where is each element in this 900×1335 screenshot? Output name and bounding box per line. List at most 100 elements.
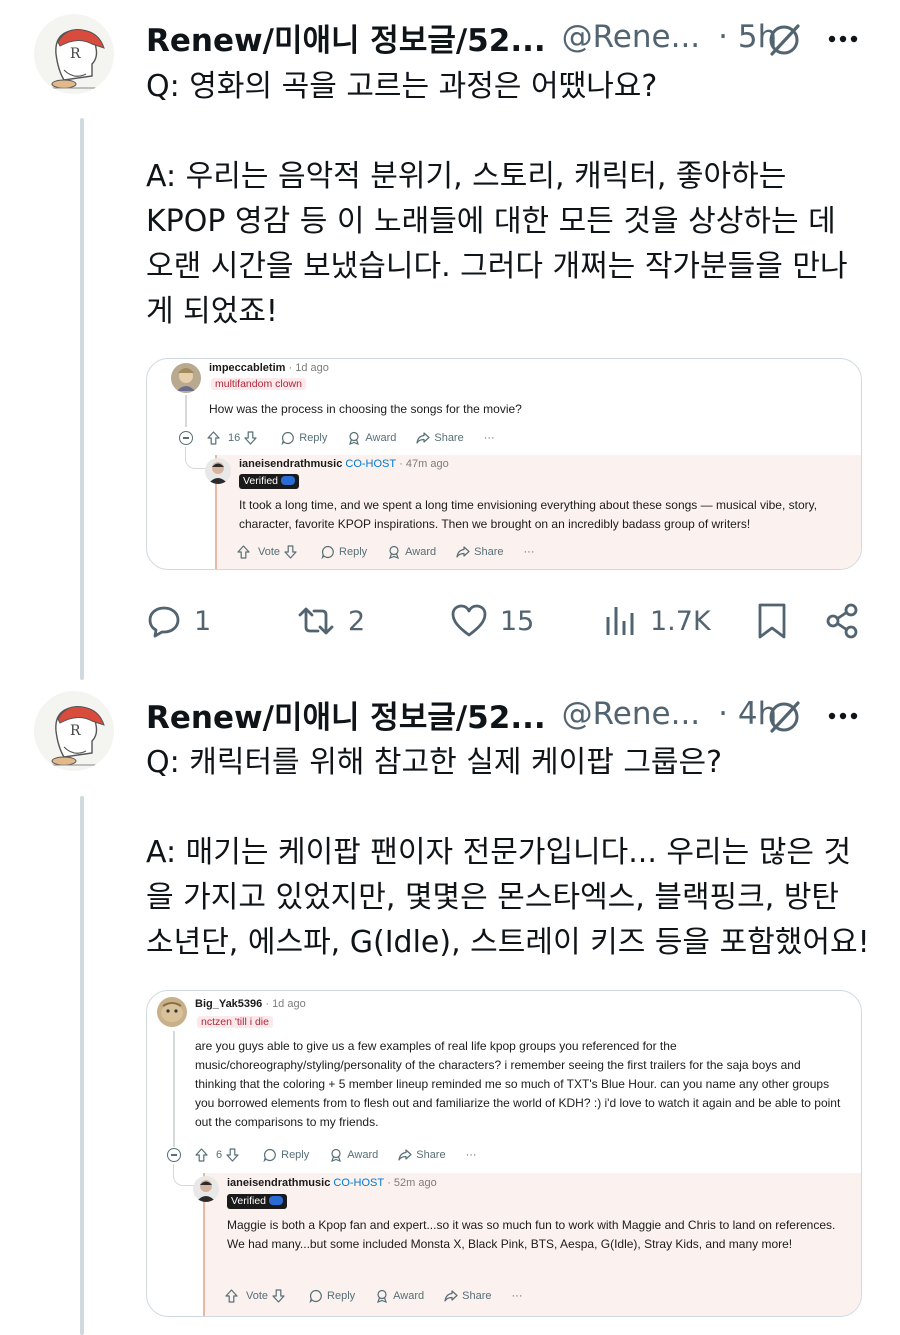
upvote-icon xyxy=(207,431,220,445)
views-button[interactable]: 1.7K xyxy=(604,596,711,646)
reply-button[interactable]: Reply xyxy=(321,545,367,559)
reddit-username[interactable]: ianeisendrathmusic CO-HOST · 47m ago xyxy=(239,458,449,470)
user-flair: nctzen 'till i die xyxy=(197,1016,273,1028)
repost-button[interactable]: 2 xyxy=(296,596,365,646)
award-button[interactable]: Award xyxy=(387,545,436,559)
comment-icon xyxy=(321,545,334,559)
author-name[interactable]: Renew/미애니 정보글/52... xyxy=(146,15,546,60)
reply-label: Reply xyxy=(339,546,368,558)
comment-text: It took a long time, and we spent a long… xyxy=(239,498,818,531)
avatar xyxy=(171,363,201,393)
more-icon[interactable] xyxy=(826,26,860,56)
reddit-share-icon xyxy=(398,1149,412,1161)
co-host-badge: CO-HOST xyxy=(333,1177,385,1189)
more-options-button[interactable]: ··· xyxy=(524,546,535,558)
more-options-button[interactable]: ··· xyxy=(512,1290,523,1302)
reddit-username-text[interactable]: ianeisendrathmusic xyxy=(227,1177,330,1189)
co-host-reply: ianeisendrathmusic CO-HOST · 52m ago Ver… xyxy=(193,1173,861,1316)
more-options-button[interactable]: ··· xyxy=(466,1149,477,1161)
views-icon xyxy=(606,607,634,635)
award-icon xyxy=(377,1289,388,1303)
tweet[interactable]: R Renew/미애니 정보글/52... @Rene... · 5h Q: 영… xyxy=(0,0,900,660)
share-label: Share xyxy=(434,432,464,444)
tweet-text: Q: 영화의 곡을 고르는 과정은 어땠나요? A: 우리는 음악적 분위기, … xyxy=(146,69,848,329)
share-button[interactable]: Share xyxy=(456,545,504,559)
upvote-button[interactable]: Vote xyxy=(225,1289,289,1303)
author-handle[interactable]: @Rene... xyxy=(562,696,701,732)
tweet[interactable]: R Renew/미애니 정보글/52... @Rene... · 4h Q: 캐… xyxy=(0,677,900,1335)
share-button[interactable]: Share xyxy=(416,431,464,445)
view-count: 1.7K xyxy=(650,605,711,637)
author-name[interactable]: Renew/미애니 정보글/52... xyxy=(146,692,546,737)
more-icon[interactable] xyxy=(826,703,860,733)
avatar[interactable]: R xyxy=(34,14,114,94)
downvote-icon[interactable] xyxy=(284,545,297,559)
bookmark-icon xyxy=(758,603,786,639)
like-button[interactable]: 15 xyxy=(450,596,534,646)
comment-actions: Vote Reply Award Share ··· xyxy=(225,1287,543,1305)
share-button[interactable]: Share xyxy=(444,1289,492,1303)
reply-button[interactable]: Reply xyxy=(309,1289,355,1303)
share-button[interactable]: Share xyxy=(398,1148,446,1162)
avatar-illustration: R xyxy=(42,706,106,766)
downvote-icon[interactable] xyxy=(226,1148,239,1162)
svg-text:R: R xyxy=(70,46,81,62)
reddit-username[interactable]: Big_Yak5396 · 1d ago xyxy=(195,998,306,1010)
comment-icon xyxy=(281,431,295,445)
upvote-button[interactable]: 16 xyxy=(207,431,261,445)
author-handle[interactable]: @Rene... xyxy=(562,19,701,55)
avatar[interactable]: R xyxy=(34,691,114,771)
share-label: Share xyxy=(474,546,504,558)
comment-text: are you guys able to give us a few examp… xyxy=(195,1039,841,1129)
embedded-screenshot[interactable]: impeccabletim · 1d ago multifandom clown… xyxy=(146,358,862,570)
collapse-thread-icon[interactable] xyxy=(167,1148,181,1162)
reddit-username-text[interactable]: Big_Yak5396 xyxy=(195,998,262,1010)
vote-count: 6 xyxy=(216,1149,223,1161)
comment-age: · 1d ago xyxy=(288,362,329,374)
comment-text: How was the process in choosing the song… xyxy=(209,402,522,416)
comment-age: · 1d ago xyxy=(265,998,306,1010)
collapse-thread-icon[interactable] xyxy=(179,431,193,445)
reddit-username[interactable]: impeccabletim · 1d ago xyxy=(209,362,329,374)
award-button[interactable]: Award xyxy=(375,1289,424,1303)
tweet-header: Renew/미애니 정보글/52... @Rene... · 4h xyxy=(146,691,777,737)
embedded-screenshot[interactable]: Big_Yak5396 · 1d ago nctzen 'till i die … xyxy=(146,990,862,1317)
upvote-icon xyxy=(195,1148,208,1162)
reply-button[interactable]: 1 xyxy=(146,596,211,646)
more-options-button[interactable]: ··· xyxy=(484,432,495,444)
award-button[interactable]: Award xyxy=(347,431,396,445)
share-label: Share xyxy=(462,1290,492,1302)
grok-slash-icon[interactable] xyxy=(764,20,804,64)
comment-actions: Vote Reply Award Share ··· xyxy=(237,543,555,561)
award-label: Award xyxy=(365,432,397,444)
award-label: Award xyxy=(393,1290,425,1302)
upvote-button[interactable]: 6 xyxy=(195,1148,243,1162)
reddit-username-text[interactable]: impeccabletim xyxy=(209,362,285,374)
award-icon xyxy=(331,1148,342,1162)
verified-label: Verified xyxy=(243,475,279,487)
tweet-text: Q: 캐릭터를 위해 참고한 실제 케이팝 그룹은? A: 매기는 케이팝 팬이… xyxy=(146,745,870,960)
grok-slash-icon[interactable] xyxy=(764,697,804,741)
award-button[interactable]: Award xyxy=(329,1148,378,1162)
bookmark-button[interactable] xyxy=(756,596,800,646)
comment-actions: 16 Reply Award Share ··· xyxy=(207,429,515,447)
reddit-share-icon xyxy=(444,1290,458,1302)
repost-count: 2 xyxy=(348,605,366,637)
reply-button[interactable]: Reply xyxy=(281,431,327,445)
upvote-icon xyxy=(225,1289,238,1303)
award-label: Award xyxy=(347,1149,379,1161)
upvote-button[interactable]: Vote xyxy=(237,545,301,559)
downvote-icon[interactable] xyxy=(272,1289,285,1303)
reddit-username-text[interactable]: ianeisendrathmusic xyxy=(239,458,342,470)
reply-button[interactable]: Reply xyxy=(263,1148,309,1162)
comment-text: Maggie is both a Kpop fan and expert...s… xyxy=(227,1218,836,1251)
like-count: 15 xyxy=(500,605,535,637)
co-host-badge: CO-HOST xyxy=(345,458,397,470)
svg-text:R: R xyxy=(70,723,81,739)
reddit-username[interactable]: ianeisendrathmusic CO-HOST · 52m ago xyxy=(227,1177,437,1189)
verified-label: Verified xyxy=(231,1195,267,1207)
comment-thread-line xyxy=(173,1031,175,1147)
share-icon xyxy=(826,603,858,639)
downvote-icon[interactable] xyxy=(244,431,257,445)
share-button[interactable] xyxy=(824,596,872,646)
